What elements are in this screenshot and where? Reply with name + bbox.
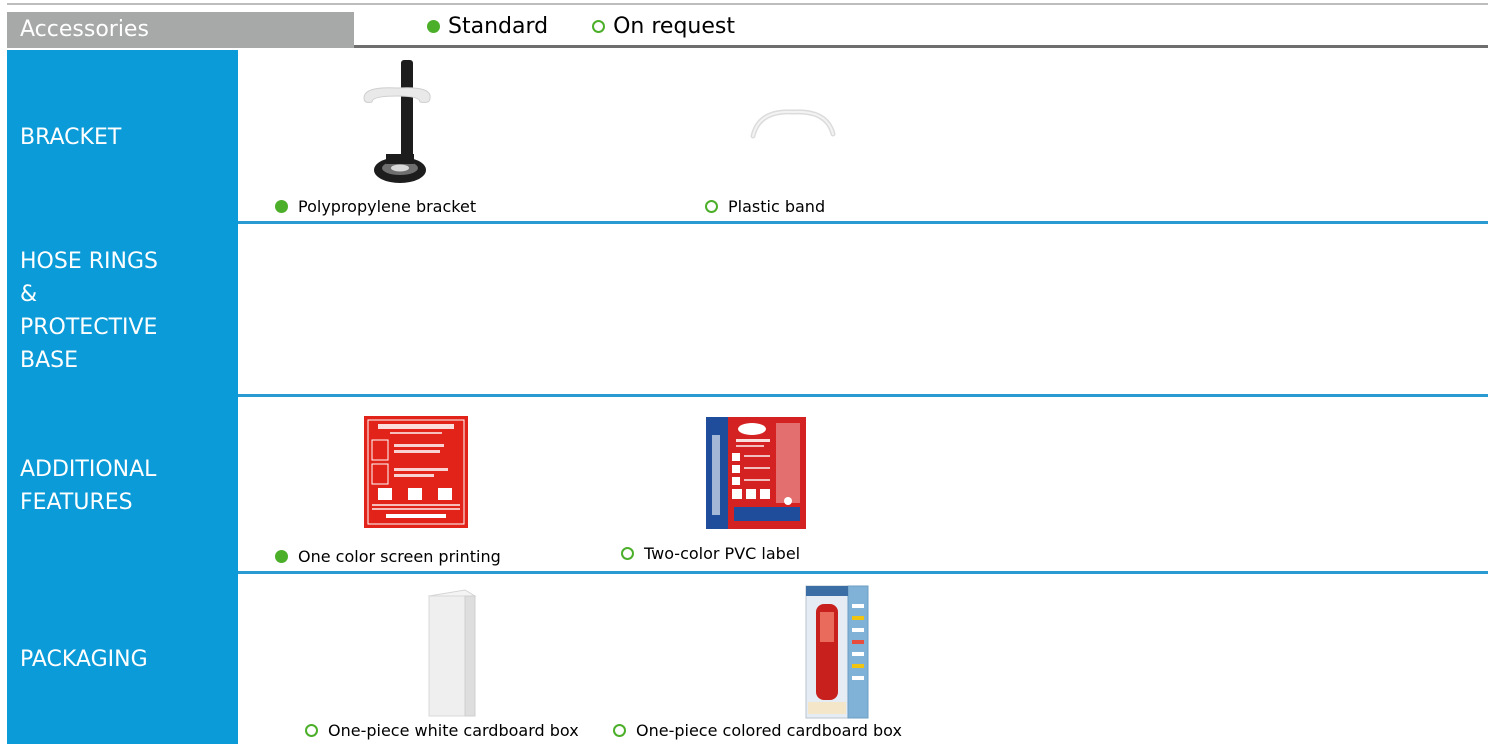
colored-box-image: [804, 584, 870, 720]
section-title: Accessories: [7, 12, 354, 48]
caption-text: Polypropylene bracket: [298, 197, 477, 216]
caption-text: Two-color PVC label: [644, 544, 801, 563]
row-hose-rings: HOSE RINGS & PROTECTIVE BASE: [7, 224, 1488, 397]
caption-colored-cardboard-box: One-piece colored cardboard box: [613, 721, 902, 740]
label-line: PROTECTIVE: [20, 314, 158, 340]
caption-text: Plastic band: [728, 197, 826, 216]
bracket-image: [360, 58, 434, 186]
row-label-bracket: BRACKET: [7, 50, 238, 224]
pvc-label-image: [706, 417, 806, 529]
label-line: BASE: [20, 347, 79, 373]
label-line: HOSE RINGS: [20, 248, 158, 274]
legend-on-request: On request: [592, 14, 735, 39]
accessories-header: Accessories Standard On request: [7, 5, 1488, 48]
row-label-packaging: PACKAGING: [7, 574, 238, 744]
caption-one-color-screen-printing: One color screen printing: [275, 547, 501, 566]
legend-standard-label: Standard: [448, 14, 549, 39]
caption-plastic-band: Plastic band: [705, 197, 825, 216]
legend-standard: Standard: [427, 14, 548, 39]
on-request-dot-icon: [705, 200, 718, 213]
caption-text: One color screen printing: [298, 547, 501, 566]
caption-polypropylene-bracket: Polypropylene bracket: [275, 197, 476, 216]
filled-dot-icon: [427, 20, 440, 33]
plastic-band-image: [749, 106, 837, 142]
row-label-hose-rings: HOSE RINGS & PROTECTIVE BASE: [7, 224, 238, 397]
caption-text: One-piece white cardboard box: [328, 721, 579, 740]
row-packaging: PACKAGING One-piece white cardboard box: [7, 574, 1488, 744]
caption-white-cardboard-box: One-piece white cardboard box: [305, 721, 579, 740]
row-additional-features: ADDITIONAL FEATURES One color screen pri…: [7, 397, 1488, 574]
standard-dot-icon: [275, 550, 288, 563]
on-request-dot-icon: [621, 547, 634, 560]
white-box-image: [425, 588, 479, 718]
screen-print-label-image: [364, 416, 468, 528]
on-request-dot-icon: [613, 724, 626, 737]
caption-text: One-piece colored cardboard box: [636, 721, 902, 740]
label-line: &: [20, 281, 38, 307]
label-line: FEATURES: [20, 489, 133, 515]
label-line: ADDITIONAL: [20, 456, 157, 482]
caption-two-color-pvc-label: Two-color PVC label: [621, 544, 800, 563]
legend-on-request-label: On request: [613, 14, 735, 39]
on-request-dot-icon: [305, 724, 318, 737]
standard-dot-icon: [275, 200, 288, 213]
row-label-additional-features: ADDITIONAL FEATURES: [7, 397, 238, 574]
header-underline: [354, 45, 1488, 48]
legend: Standard On request: [427, 14, 735, 39]
row-bracket: BRACKET Polypropylene bracket Plastic ba…: [7, 50, 1488, 224]
hollow-dot-icon: [592, 20, 606, 33]
